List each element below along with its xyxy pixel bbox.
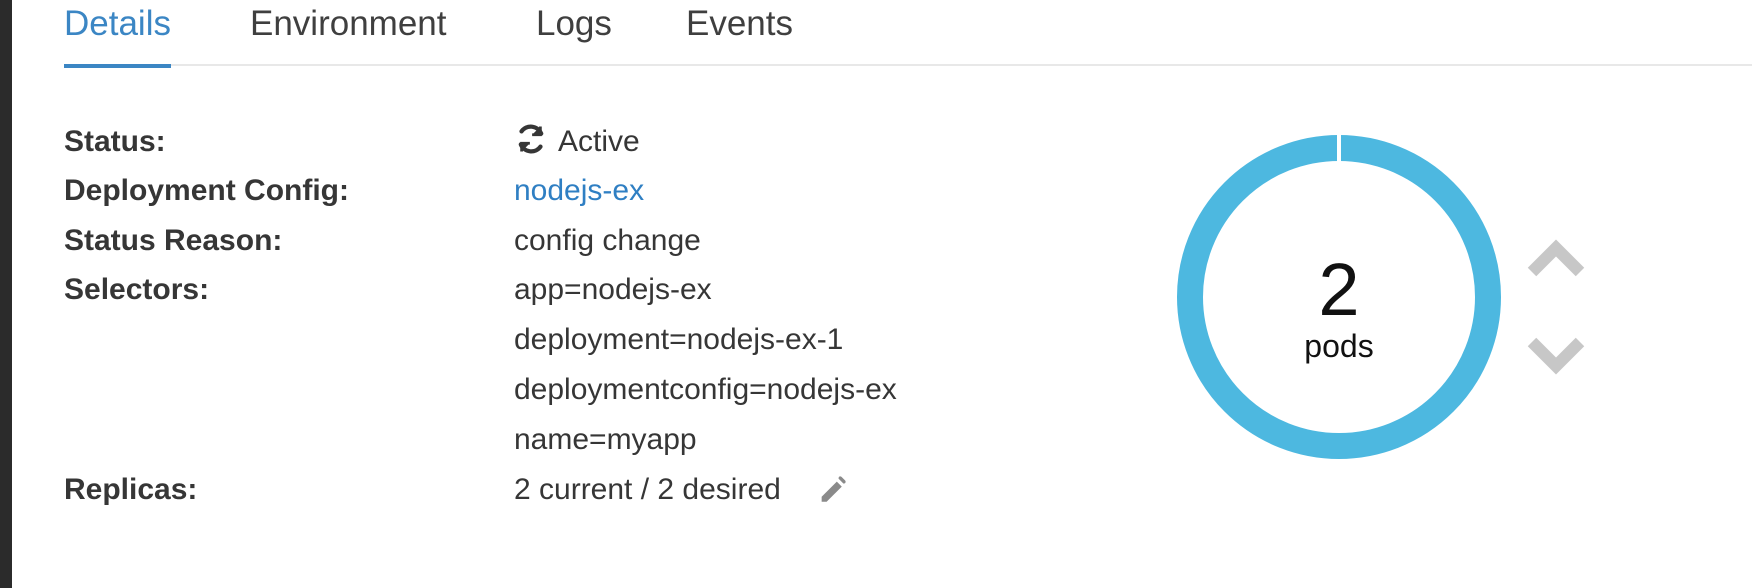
replicas-label: Replicas: xyxy=(64,473,198,506)
selector-deployment: deployment=nodejs-ex-1 xyxy=(514,323,844,356)
deployment-config-link[interactable]: nodejs-ex xyxy=(514,171,644,211)
tab-events[interactable]: Events xyxy=(686,0,793,66)
status-reason-label: Status Reason: xyxy=(64,224,283,257)
pencil-icon[interactable] xyxy=(816,472,850,506)
tab-logs[interactable]: Logs xyxy=(536,0,612,66)
deployment-config-label: Deployment Config: xyxy=(64,174,349,207)
replicas-value: 2 current / 2 desired xyxy=(514,473,781,506)
selector-app: app=nodejs-ex xyxy=(514,273,712,306)
window-left-edge xyxy=(0,0,12,588)
selector-name: name=myapp xyxy=(514,423,697,456)
tab-environment[interactable]: Environment xyxy=(250,0,446,66)
pod-unit-label: pods xyxy=(1304,328,1374,364)
status-reason-value: config change xyxy=(514,224,701,257)
chevron-down-icon[interactable] xyxy=(1526,332,1586,380)
selectors-label: Selectors: xyxy=(64,273,210,306)
selector-deploymentconfig: deploymentconfig=nodejs-ex xyxy=(514,373,897,406)
status-label: Status: xyxy=(64,125,166,158)
chevron-up-icon[interactable] xyxy=(1526,234,1586,282)
pod-count: 2 xyxy=(1318,248,1360,331)
tab-details[interactable]: Details xyxy=(64,0,171,68)
tab-bar: Details Environment Logs Events xyxy=(64,0,1752,68)
refresh-icon xyxy=(518,124,544,154)
status-value: Active xyxy=(558,125,640,158)
